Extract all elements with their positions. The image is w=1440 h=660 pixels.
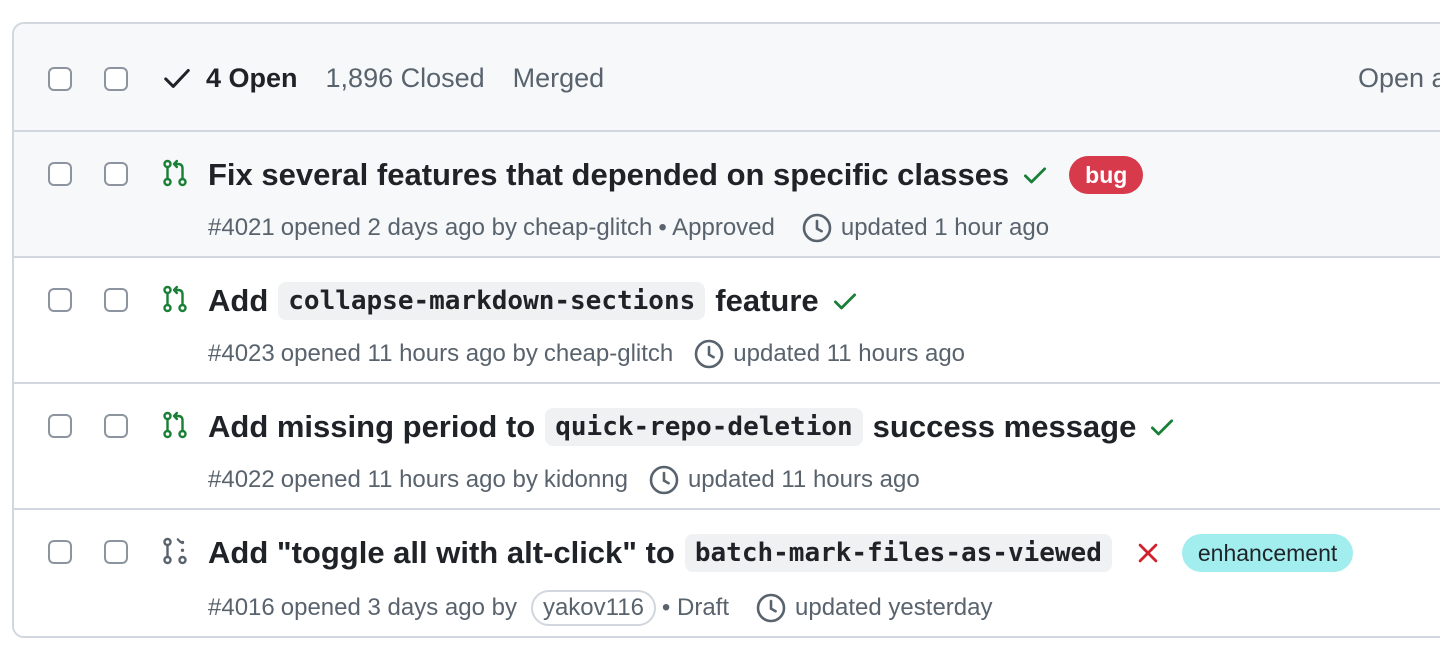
list-item[interactable]: Add missing period to quick-repo-deletio… (14, 384, 1440, 510)
list-header: 4 Open 1,896 Closed Merged Open a (14, 24, 1440, 132)
pr-meta: #4023 opened 11 hours ago by cheap-glitc… (208, 338, 965, 370)
open-filter-label: 4 Open (206, 62, 298, 93)
pr-number: #4016 (208, 594, 275, 621)
pr-author-link[interactable]: kidonng (544, 466, 628, 494)
pr-title-link[interactable]: Add (208, 283, 268, 319)
pr-meta: #4021 opened 2 days ago by cheap-glitch … (208, 212, 1049, 244)
list-item[interactable]: Fix several features that depended on sp… (14, 132, 1440, 258)
list-item[interactable]: Add "toggle all with alt-click" to batch… (14, 510, 1440, 636)
closed-filter[interactable]: 1,896 Closed (326, 63, 485, 94)
select-all-checkbox-secondary[interactable] (104, 67, 128, 91)
pr-opened: opened 2 days ago by (280, 214, 517, 241)
pr-title-link[interactable]: Add "toggle all with alt-click" to (208, 535, 675, 571)
row-checkbox[interactable] (48, 414, 72, 438)
row-checkbox-secondary[interactable] (104, 540, 128, 564)
pr-number: #4022 (208, 466, 275, 493)
pr-opened: opened 11 hours ago by (280, 466, 538, 493)
pr-author-link[interactable]: cheap-glitch (544, 340, 673, 368)
clock-icon (756, 593, 786, 623)
pr-opened: opened 3 days ago by (280, 594, 517, 621)
pr-title-code[interactable]: batch-mark-files-as-viewed (684, 534, 1112, 572)
pr-title-link[interactable]: Fix several features that depended on sp… (208, 157, 1009, 193)
pr-title-line: Add missing period to quick-repo-deletio… (208, 402, 1176, 452)
pr-title-link[interactable]: Add missing period to (208, 409, 535, 445)
pr-title-line: Fix several features that depended on sp… (208, 150, 1144, 200)
pr-meta: #4016 opened 3 days ago by yakov116 • Dr… (208, 590, 992, 626)
pr-title-code[interactable]: quick-repo-deletion (545, 408, 863, 446)
pr-review-status: • Draft (661, 594, 729, 621)
select-all-checkbox[interactable] (48, 67, 72, 91)
git-pull-request-draft-icon (163, 537, 187, 565)
row-checkbox-secondary[interactable] (104, 162, 128, 186)
pr-updated: updated yesterday (795, 594, 993, 621)
row-checkbox[interactable] (48, 288, 72, 312)
pr-title-line: Add collapse-markdown-sections feature (208, 276, 859, 326)
clock-icon (802, 213, 832, 243)
pr-title-link-suffix[interactable]: feature (715, 283, 818, 319)
pr-title-link-suffix[interactable]: success message (873, 409, 1137, 445)
git-pull-request-icon (163, 411, 187, 439)
label-enhancement[interactable]: enhancement (1181, 534, 1354, 572)
merged-filter[interactable]: Merged (513, 63, 605, 94)
pr-review-status[interactable]: • Approved (658, 214, 774, 242)
row-checkbox-secondary[interactable] (104, 414, 128, 438)
row-checkbox[interactable] (48, 162, 72, 186)
list-item[interactable]: Add collapse-markdown-sections feature #… (14, 258, 1440, 384)
pr-title-code[interactable]: collapse-markdown-sections (278, 282, 706, 320)
pr-number: #4021 (208, 214, 275, 241)
header-right-filter[interactable]: Open a (1358, 24, 1440, 132)
git-pull-request-icon (163, 285, 187, 313)
pr-updated: updated 1 hour ago (840, 214, 1050, 241)
header-right-label: Open a (1358, 62, 1440, 93)
pr-title-line: Add "toggle all with alt-click" to batch… (208, 528, 1354, 578)
pr-updated: updated 11 hours ago (687, 466, 920, 493)
check-status-icon[interactable] (831, 287, 859, 315)
check-status-icon[interactable] (1021, 161, 1049, 189)
pr-meta: #4022 opened 11 hours ago by kidonng upd… (208, 464, 920, 496)
clock-icon (694, 339, 724, 369)
state-filter: 4 Open 1,896 Closed Merged (162, 24, 632, 132)
row-checkbox[interactable] (48, 540, 72, 564)
git-pull-request-icon (163, 159, 187, 187)
closed-filter-label: 1,896 Closed (325, 62, 485, 93)
pull-request-list: 4 Open 1,896 Closed Merged Open a Fix se… (12, 22, 1440, 638)
pr-number: #4023 (208, 340, 275, 367)
check-status-icon[interactable] (1148, 413, 1176, 441)
pr-author-link[interactable]: yakov116 (530, 590, 656, 626)
clock-icon (649, 465, 679, 495)
x-status-icon[interactable] (1134, 539, 1162, 567)
pr-author-link[interactable]: cheap-glitch (523, 214, 652, 242)
label-bug[interactable]: bug (1069, 156, 1144, 194)
pr-updated: updated 11 hours ago (733, 340, 966, 367)
merged-filter-label: Merged (512, 62, 605, 93)
pr-opened: opened 11 hours ago by (280, 340, 538, 367)
row-checkbox-secondary[interactable] (104, 288, 128, 312)
check-icon (164, 69, 190, 88)
open-filter[interactable]: 4 Open (162, 63, 298, 94)
